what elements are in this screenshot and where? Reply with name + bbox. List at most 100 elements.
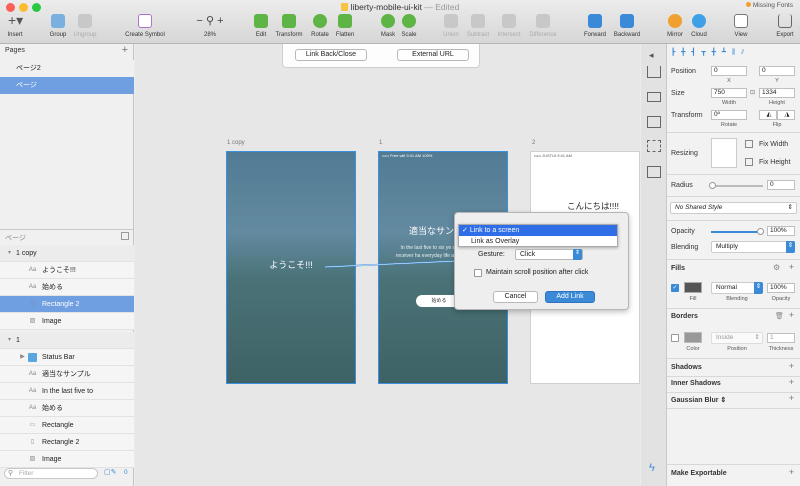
printer-icon[interactable] <box>647 92 661 102</box>
filter-input[interactable]: ⚲ Filter <box>4 468 98 479</box>
layer-row-text[interactable]: Aa In the last five to <box>0 383 134 400</box>
layer-label: 1 copy <box>16 250 37 257</box>
backward-button[interactable]: Backward <box>611 14 643 38</box>
layer-row-image[interactable]: ▨ Image <box>0 313 134 330</box>
add-export-icon[interactable]: + <box>789 467 794 477</box>
divider <box>667 308 800 309</box>
rotate-button[interactable]: Rotate <box>308 14 332 38</box>
canvas[interactable]: Link Back/Close External URL 1 copy ようこそ… <box>135 44 640 486</box>
width-field[interactable]: 750 <box>711 88 747 98</box>
layer-row-group[interactable]: ▾ 1 copy <box>0 245 134 262</box>
cloud-button[interactable]: Cloud <box>688 14 710 38</box>
add-page-icon[interactable]: + <box>122 44 128 56</box>
missing-fonts-badge[interactable]: Missing Fonts <box>742 1 796 10</box>
union-button[interactable]: Union <box>439 14 463 38</box>
border-thickness-field[interactable]: 1 <box>767 333 795 343</box>
blending-select[interactable]: Multiply ⇕ <box>711 241 795 253</box>
menu-item-link-as-overlay[interactable]: Link as Overlay <box>459 236 617 247</box>
edit-icon[interactable]: ▢✎ <box>104 468 116 476</box>
create-symbol-button[interactable]: Create Symbol <box>118 14 172 38</box>
group-icon[interactable]: ▾ <box>5 336 14 345</box>
grid-icon[interactable] <box>647 140 661 152</box>
border-color-swatch[interactable] <box>684 332 702 343</box>
fix-height-icon[interactable] <box>745 158 753 166</box>
prototype-lightning-icon[interactable]: ϟ <box>649 462 655 474</box>
scale-button[interactable]: Scale <box>399 14 419 38</box>
page-item-selected[interactable]: ページ <box>0 77 134 94</box>
border-position-select[interactable]: Inside ⇕ <box>711 332 763 344</box>
slider-knob[interactable] <box>757 228 764 235</box>
layer-row-folder[interactable]: ▶ Status Bar <box>0 349 134 366</box>
add-fill-icon[interactable]: + <box>789 262 794 272</box>
fill-opacity-field[interactable]: 100% <box>767 283 795 293</box>
add-link-button[interactable]: Add Link <box>545 291 595 303</box>
share-icon[interactable] <box>647 66 661 78</box>
slider-knob[interactable] <box>709 182 716 189</box>
add-border-icon[interactable]: + <box>789 310 794 320</box>
add-shadow-icon[interactable]: + <box>789 361 794 371</box>
align-toolbar[interactable]: ┣ ╋ ┫ ┳ ╋ ┻ ⫼ ⫽ <box>671 48 797 58</box>
flatten-button[interactable]: Flatten <box>333 14 357 38</box>
layer-row-text[interactable]: Aa ようこそ!!! <box>0 262 134 279</box>
radius-slider[interactable] <box>709 182 763 189</box>
trash-icon[interactable]: 🗑 <box>775 312 784 320</box>
subtract-button[interactable]: Subtract <box>463 14 493 38</box>
y-field[interactable]: 0 <box>759 66 795 76</box>
layer-row-rect[interactable]: ▯ Rectangle 2 <box>0 434 134 451</box>
export-button[interactable]: Export <box>772 14 798 38</box>
opacity-slider[interactable] <box>711 228 764 235</box>
mask-button[interactable]: Mask <box>378 14 398 38</box>
rotate-field[interactable]: 0º <box>711 110 747 120</box>
collapse-left-icon[interactable]: ◂ <box>649 50 654 61</box>
layer-row-text[interactable]: Aa 始める <box>0 279 134 296</box>
edit-button[interactable]: Edit <box>250 14 272 38</box>
link-type-menu[interactable]: ✓ Link to a screen Link as Overlay <box>458 224 618 247</box>
group-button[interactable]: Group <box>43 14 73 38</box>
group-icon[interactable]: ▾ <box>5 249 14 258</box>
opacity-field[interactable]: 100% <box>767 226 795 236</box>
layer-label: In the last five to <box>42 388 93 395</box>
lock-icon[interactable]: ⊡ <box>750 89 755 96</box>
mirror-button[interactable]: Mirror <box>664 14 686 38</box>
flip-horizontal-button[interactable]: ◭ <box>759 110 777 120</box>
collapse-icon[interactable] <box>121 232 129 240</box>
gesture-select[interactable]: Click ⇕ <box>515 249 583 260</box>
height-field[interactable]: 1334 <box>759 88 795 98</box>
zoom-control[interactable]: − ⚲ +28% <box>192 14 228 38</box>
layer-row-rect[interactable]: ▯ Rectangle 2 <box>0 296 134 313</box>
add-blur-icon[interactable]: + <box>789 393 794 403</box>
ungroup-button[interactable]: Ungroup <box>70 14 100 38</box>
transform-button[interactable]: Transform <box>273 14 305 38</box>
layout-icon[interactable] <box>647 116 661 128</box>
layer-row-shape[interactable]: ▭ Rectangle <box>0 417 134 434</box>
border-checkbox[interactable] <box>671 334 679 342</box>
intersect-button[interactable]: Intersect <box>493 14 525 38</box>
resizing-control[interactable] <box>711 138 737 168</box>
link-popover: ✓ Link to a screen Link as Overlay Gestu… <box>454 212 629 310</box>
folder-icon[interactable]: ▶ <box>18 353 27 362</box>
difference-button[interactable]: Difference <box>525 14 561 38</box>
x-field[interactable]: 0 <box>711 66 747 76</box>
cancel-button[interactable]: Cancel <box>493 291 538 303</box>
layer-row-text[interactable]: Aa 始める <box>0 400 134 417</box>
layer-row-group[interactable]: ▾ 1 <box>0 332 134 349</box>
fill-checkbox[interactable]: ✓ <box>671 284 679 292</box>
fix-width-icon[interactable] <box>745 140 753 148</box>
insert-button[interactable]: +▾ Insert <box>2 13 28 38</box>
radius-field[interactable]: 0 <box>767 180 795 190</box>
gear-icon[interactable]: ⚙ <box>773 263 780 272</box>
gaussian-blur-header[interactable]: Gaussian Blur ⇕ <box>671 396 726 404</box>
view-button[interactable]: View <box>729 14 753 38</box>
layer-row-text[interactable]: Aa 適当なサンプル <box>0 366 134 383</box>
page-item[interactable]: ページ2 <box>0 60 134 77</box>
fill-color-swatch[interactable] <box>684 282 702 293</box>
shared-style-select[interactable]: No Shared Style ⇕ <box>670 202 797 214</box>
scroll-position-checkbox[interactable] <box>474 269 482 277</box>
image-icon[interactable] <box>647 166 661 178</box>
menu-item-link-to-screen[interactable]: ✓ Link to a screen <box>459 225 617 236</box>
layer-row-image[interactable]: ▨ Image <box>0 451 134 468</box>
forward-button[interactable]: Forward <box>581 14 609 38</box>
fill-blend-select[interactable]: Normal ⇕ <box>711 282 763 294</box>
flip-vertical-button[interactable]: ◮ <box>777 110 795 120</box>
add-inner-shadow-icon[interactable]: + <box>789 377 794 387</box>
